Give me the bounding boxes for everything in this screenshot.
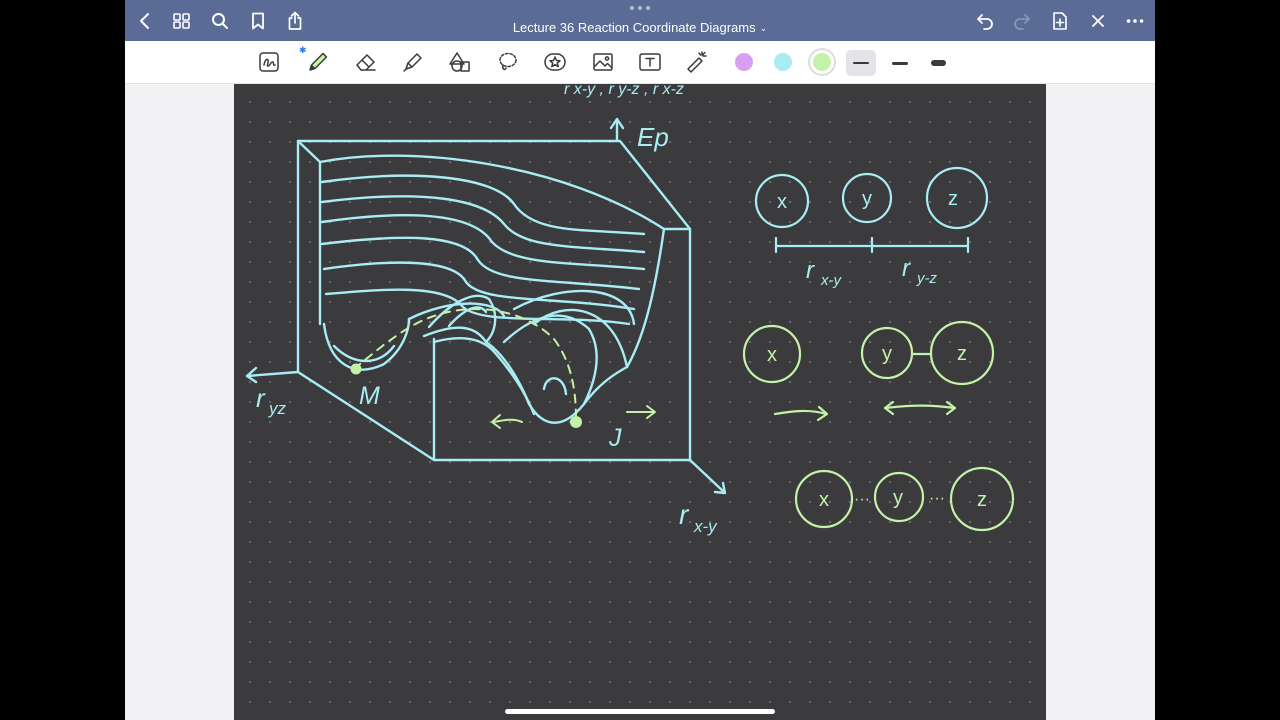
distance-scale (774, 236, 970, 254)
stroke-width-thick[interactable] (923, 50, 953, 76)
minimum-j-label: J (608, 424, 622, 452)
share-button[interactable] (281, 7, 309, 35)
axis-right-subscript: x-y (693, 517, 718, 536)
document-title-text: Lecture 36 Reaction Coordinate Diagrams (512, 20, 756, 35)
atom-row3-y-label: y (893, 487, 903, 509)
distance-yz-subscript: y-z (916, 270, 937, 287)
sticker-icon (544, 53, 566, 71)
undo-button[interactable] (971, 7, 999, 35)
color-swatch-purple[interactable] (735, 53, 753, 71)
eraser-icon (356, 54, 376, 71)
search-icon (212, 13, 228, 29)
grid-icon (173, 13, 190, 29)
thumbnails-button[interactable] (168, 7, 196, 35)
axis-left-subscript: yz (268, 399, 287, 418)
color-swatch-light-green[interactable] (813, 53, 831, 71)
pen-icon (309, 52, 328, 71)
tool-bar: ✱ (125, 41, 1155, 84)
partial-bond-yz: ··· (929, 490, 945, 507)
lasso-icon (499, 52, 517, 71)
notes-app: Lecture 36 Reaction Coordinate Diagrams ⌄… (125, 0, 1155, 720)
sticker-tool[interactable] (540, 47, 570, 77)
share-icon (288, 11, 302, 30)
more-button[interactable] (1121, 7, 1149, 35)
x-motion-arrow (773, 409, 828, 416)
distance-xy-subscript: x-y (820, 272, 842, 289)
reaction-path (353, 308, 577, 420)
bluetooth-pencil-indicator: ✱ (299, 45, 307, 55)
highlighter-tool[interactable] (398, 47, 428, 77)
close-edit-button[interactable] (1084, 7, 1112, 35)
stroke-width-medium[interactable] (885, 50, 915, 76)
multitasking-handle[interactable] (630, 6, 650, 10)
atom-row3-x-label: x (819, 489, 829, 511)
atom-row1-y-label: y (862, 188, 872, 210)
image-tool[interactable] (588, 47, 618, 77)
medium-line-icon (892, 61, 908, 65)
text-icon (639, 53, 661, 71)
note-page[interactable]: r x-y , r y-z , r x-z Ep r yz M J r x-y … (234, 84, 1046, 720)
minimum-m-point (350, 363, 362, 375)
chevron-down-icon: ⌄ (759, 23, 768, 34)
chevron-left-icon (140, 13, 149, 29)
back-button[interactable] (131, 7, 159, 35)
close-icon (1092, 15, 1104, 27)
image-icon (593, 53, 613, 71)
more-icon (1126, 19, 1144, 23)
shapes-tool[interactable] (445, 47, 475, 77)
stroke-width-thin[interactable] (846, 50, 876, 76)
laser-pointer-icon (687, 51, 707, 73)
atom-row1-z-label: z (948, 188, 958, 210)
laser-pointer-tool[interactable] (682, 47, 712, 77)
partial-bond-xy: ··· (854, 491, 870, 508)
atom-row2-z-label: z (957, 343, 967, 365)
redo-icon (1014, 14, 1030, 30)
eraser-tool[interactable] (351, 47, 381, 77)
highlighter-icon (403, 53, 422, 72)
atom-row2-x-label: x (767, 344, 777, 366)
scribble-tool[interactable] (255, 47, 285, 77)
color-swatch-cyan[interactable] (774, 53, 792, 71)
thick-line-icon (930, 60, 946, 66)
distance-xy-label: r (806, 257, 815, 284)
bookmark-button[interactable] (244, 7, 272, 35)
minimum-j-point (570, 416, 582, 428)
atoms-row-2 (742, 320, 995, 422)
axis-left-label: r (256, 383, 266, 413)
thin-line-icon (853, 62, 869, 64)
distance-yz-label: r (902, 255, 911, 282)
bookmark-icon (252, 12, 264, 30)
minimum-m-label: M (359, 382, 380, 410)
home-indicator[interactable] (505, 709, 775, 714)
energy-axis-label: Ep (637, 122, 669, 152)
lasso-tool[interactable] (493, 47, 523, 77)
atom-row2-y-label: y (882, 343, 892, 365)
redo-button[interactable] (1008, 7, 1036, 35)
add-page-icon (1053, 12, 1067, 30)
undo-icon (977, 14, 993, 30)
handwritten-drawing: r x-y , r y-z , r x-z Ep r yz M J r x-y … (245, 84, 1015, 536)
shapes-icon (449, 52, 470, 72)
atoms-row-1 (754, 166, 989, 254)
yz-vibration-arrow (884, 404, 956, 410)
add-page-button[interactable] (1046, 7, 1074, 35)
text-tool[interactable] (635, 47, 665, 77)
document-title[interactable]: Lecture 36 Reaction Coordinate Diagrams ⌄ (425, 20, 855, 35)
atom-row3-z-label: z (977, 489, 987, 511)
pen-tool[interactable] (303, 47, 333, 77)
atom-row1-x-label: x (777, 191, 787, 213)
top-partial-text: r x-y , r y-z , r x-z (564, 84, 684, 98)
axis-right-label: r (679, 499, 690, 530)
scribble-icon (259, 52, 279, 72)
title-bar: Lecture 36 Reaction Coordinate Diagrams ⌄ (125, 0, 1155, 41)
potential-energy-surface (245, 117, 727, 495)
search-button[interactable] (206, 7, 234, 35)
